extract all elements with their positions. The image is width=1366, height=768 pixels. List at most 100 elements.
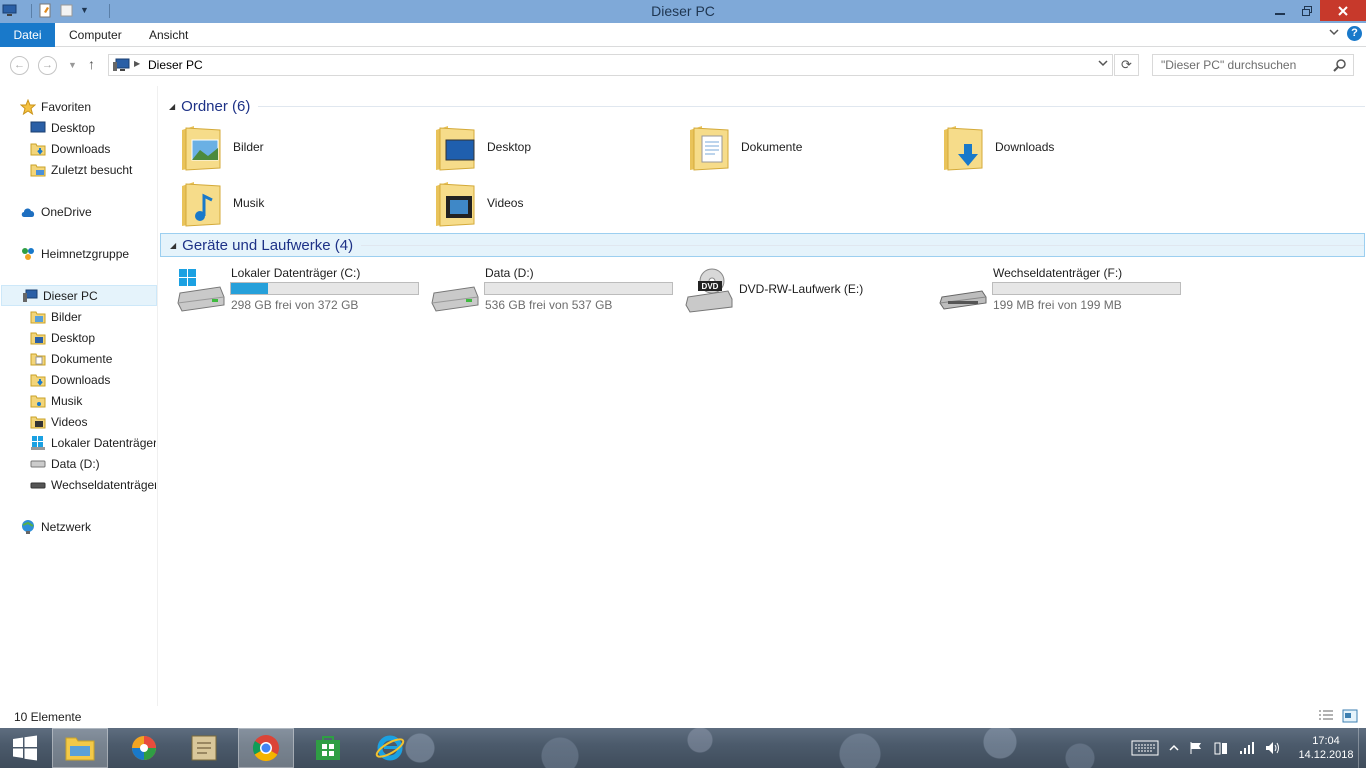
- drive-e[interactable]: DVD DVD-RW-Laufwerk (E:): [668, 264, 922, 316]
- documents-folder-icon: [688, 122, 732, 172]
- close-button[interactable]: [1320, 0, 1366, 21]
- drive-c[interactable]: Lokaler Datenträger (C:) 298 GB frei von…: [160, 264, 419, 316]
- power-icon[interactable]: [1213, 740, 1229, 756]
- sidebar-item-musik[interactable]: Musik: [0, 390, 156, 411]
- windows-logo-icon: [13, 735, 37, 761]
- search-input[interactable]: [1153, 55, 1328, 75]
- restore-button[interactable]: [1293, 0, 1320, 21]
- folder-downloads[interactable]: Downloads: [924, 120, 1174, 174]
- taskbar-app-colorful[interactable]: [116, 728, 172, 768]
- videos-folder-icon: [30, 414, 46, 430]
- status-bar: 10 Elemente: [0, 706, 1366, 728]
- content-area: ◢ Ordner (6) Bilder Desktop Dokumente Do…: [160, 86, 1366, 706]
- sidebar-item-bilder[interactable]: Bilder: [0, 306, 156, 327]
- folder-musik[interactable]: Musik: [162, 176, 412, 230]
- picasa-icon: [132, 736, 156, 760]
- breadcrumb[interactable]: Dieser PC: [148, 58, 203, 72]
- search-box[interactable]: [1152, 54, 1354, 76]
- sidebar-item-data-d[interactable]: Data (D:): [0, 453, 156, 474]
- flag-icon[interactable]: [1189, 741, 1203, 755]
- folder-bilder[interactable]: Bilder: [162, 120, 412, 174]
- recent-places-icon: [30, 162, 46, 178]
- recent-locations-icon[interactable]: ▼: [68, 60, 77, 70]
- taskbar-file-explorer[interactable]: [52, 728, 108, 768]
- sidebar-item-desktop[interactable]: Desktop: [0, 117, 156, 138]
- sidebar-item-desktop-pc[interactable]: Desktop: [0, 327, 156, 348]
- taskbar: 17:04 14.12.2018: [0, 728, 1366, 768]
- item-count: 10 Elemente: [14, 710, 82, 724]
- hard-drive-icon: [30, 456, 46, 472]
- folder-dokumente[interactable]: Dokumente: [670, 120, 920, 174]
- back-button[interactable]: ←: [10, 56, 29, 75]
- folder-desktop[interactable]: Desktop: [416, 120, 666, 174]
- system-tray: 17:04 14.12.2018: [1126, 728, 1366, 768]
- drive-usage-bar: [230, 282, 419, 295]
- dvd-drive-icon: DVD: [684, 267, 734, 313]
- taskbar-store[interactable]: [300, 728, 356, 768]
- show-desktop-button[interactable]: [1358, 728, 1366, 768]
- tab-datei[interactable]: Datei: [0, 23, 55, 47]
- sidebar-item-videos[interactable]: Videos: [0, 411, 156, 432]
- music-folder-icon: [30, 393, 46, 409]
- tiles-view-icon[interactable]: [1342, 709, 1358, 726]
- collapse-triangle-icon[interactable]: ◢: [170, 241, 176, 250]
- details-view-icon[interactable]: [1318, 709, 1334, 726]
- pictures-folder-icon: [180, 122, 224, 172]
- group-header-folders[interactable]: ◢ Ordner (6): [160, 94, 1365, 118]
- volume-icon[interactable]: [1265, 741, 1281, 755]
- tab-ansicht[interactable]: Ansicht: [136, 23, 201, 47]
- group-header-drives[interactable]: ◢ Geräte und Laufwerke (4): [160, 233, 1365, 257]
- keyboard-icon[interactable]: [1131, 740, 1159, 756]
- drive-usage-fill: [231, 283, 269, 294]
- hard-drive-icon: [430, 267, 480, 313]
- drive-usage-bar: [484, 282, 673, 295]
- drive-f[interactable]: Wechseldatenträger (F:) 199 MB frei von …: [922, 264, 1181, 316]
- title-bar: ▼ Dieser PC: [0, 0, 1366, 23]
- sidebar-item-dokumente[interactable]: Dokumente: [0, 348, 156, 369]
- start-button[interactable]: [0, 728, 50, 768]
- search-icon[interactable]: [1333, 58, 1347, 75]
- breadcrumb-arrow-icon[interactable]: ▶: [134, 59, 140, 68]
- drive-d[interactable]: Data (D:) 536 GB frei von 537 GB: [414, 264, 673, 316]
- tab-computer[interactable]: Computer: [56, 23, 135, 47]
- refresh-button[interactable]: ⟳: [1114, 54, 1139, 76]
- ribbon: Datei Computer Ansicht ?: [0, 23, 1366, 47]
- window-controls: [1266, 0, 1366, 21]
- expand-ribbon-icon[interactable]: [1329, 28, 1339, 39]
- sidebar-item-downloads[interactable]: Downloads: [0, 138, 156, 159]
- taskbar-app-notes[interactable]: [176, 728, 232, 768]
- clock-date: 14.12.2018: [1298, 749, 1354, 761]
- folder-videos[interactable]: Videos: [416, 176, 666, 230]
- sidebar-item-local-disk[interactable]: Lokaler Datenträger: [0, 432, 156, 453]
- downloads-folder-icon: [942, 122, 986, 172]
- address-dropdown-icon[interactable]: [1098, 59, 1108, 69]
- sidebar-item-network[interactable]: Netzwerk: [0, 516, 156, 537]
- address-bar[interactable]: ▶ Dieser PC: [108, 54, 1113, 76]
- removable-drive-icon: [938, 267, 988, 313]
- chrome-icon: [252, 735, 279, 762]
- star-icon: [20, 98, 36, 115]
- sidebar-item-recent[interactable]: Zuletzt besucht: [0, 159, 156, 180]
- minimize-button[interactable]: [1266, 0, 1293, 21]
- sidebar-item-downloads-pc[interactable]: Downloads: [0, 369, 156, 390]
- sidebar-item-this-pc[interactable]: Dieser PC: [1, 285, 157, 306]
- forward-button[interactable]: →: [38, 56, 57, 75]
- navigation-pane: Favoriten Desktop Downloads Zuletzt besu…: [0, 86, 158, 706]
- file-explorer-icon: [65, 737, 95, 761]
- collapse-triangle-icon[interactable]: ◢: [169, 102, 175, 111]
- taskbar-internet-explorer[interactable]: [362, 728, 418, 768]
- clock[interactable]: 17:04 14.12.2018: [1294, 734, 1358, 762]
- signal-icon[interactable]: [1239, 741, 1255, 755]
- removable-drive-icon: [30, 477, 46, 493]
- sidebar-item-favoriten[interactable]: Favoriten: [0, 96, 156, 117]
- clock-time: 17:04: [1312, 735, 1340, 747]
- sidebar-item-homegroup[interactable]: Heimnetzgruppe: [0, 243, 156, 264]
- up-button[interactable]: ↑: [88, 56, 95, 72]
- taskbar-chrome[interactable]: [238, 728, 294, 768]
- desktop-icon: [30, 120, 46, 136]
- help-icon[interactable]: ?: [1347, 26, 1362, 41]
- show-hidden-icons[interactable]: [1169, 744, 1179, 752]
- homegroup-icon: [20, 246, 36, 262]
- sidebar-item-onedrive[interactable]: OneDrive: [0, 201, 156, 222]
- sidebar-item-removable[interactable]: Wechseldatenträger: [0, 474, 156, 495]
